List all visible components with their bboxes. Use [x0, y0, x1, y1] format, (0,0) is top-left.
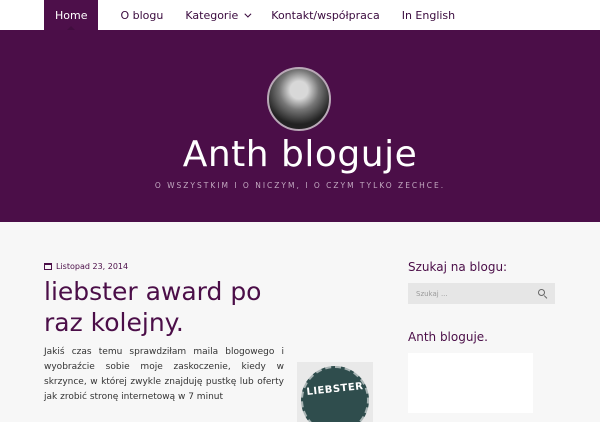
search-icon[interactable] — [538, 289, 547, 298]
top-navigation: Home O blogu Kategorie Kontakt/współprac… — [0, 0, 600, 30]
post-excerpt: Jakiś czas temu sprawdziłam maila blogow… — [44, 347, 284, 402]
liebster-award-image: LIEBSTER — [297, 362, 373, 422]
nav-item-in-english[interactable]: In English — [402, 0, 455, 30]
about-widget-heading: Anth bloguje. — [408, 330, 488, 344]
nav-item-o-blogu[interactable]: O blogu — [120, 0, 163, 30]
search-box — [408, 283, 555, 304]
search-input[interactable] — [416, 289, 526, 298]
post-title[interactable]: liebster award po raz kolejny. — [44, 276, 304, 338]
nav-item-kontakt[interactable]: Kontakt/współpraca — [271, 0, 379, 30]
about-widget-box — [408, 353, 533, 413]
nav-item-label: Home — [55, 8, 88, 22]
post-date[interactable]: Listopad 23, 2014 — [44, 262, 128, 271]
site-tagline: O wszystkim i o niczym, i o czym tylko z… — [154, 181, 446, 190]
nav-item-kategorie[interactable]: Kategorie — [185, 0, 252, 30]
site-title[interactable]: Anth bloguje — [0, 134, 600, 175]
search-widget-heading: Szukaj na blogu: — [408, 260, 508, 274]
post-date-text: Listopad 23, 2014 — [56, 262, 129, 271]
avatar[interactable] — [267, 67, 331, 131]
chevron-down-icon — [244, 10, 252, 18]
nav-item-label: Kategorie — [185, 8, 239, 22]
nav-item-home[interactable]: Home — [44, 0, 99, 30]
calendar-icon — [44, 263, 52, 270]
nav-item-label: O blogu — [120, 8, 164, 22]
site-header: Anth bloguje O wszystkim i o niczym, i o… — [0, 30, 600, 222]
nav-item-label: Kontakt/współpraca — [271, 8, 380, 22]
nav-item-label: In English — [401, 8, 456, 22]
